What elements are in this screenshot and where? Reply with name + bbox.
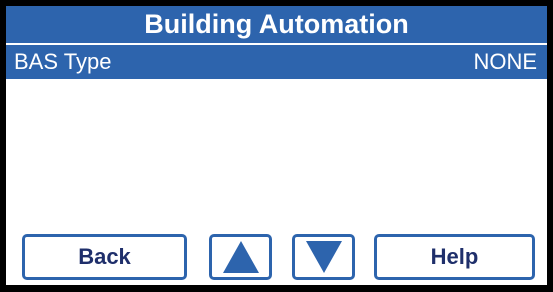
help-button[interactable]: Help	[374, 234, 535, 280]
up-arrow-icon	[222, 241, 259, 273]
display-screen: Building Automation BAS Type NONE Back H…	[6, 6, 547, 285]
back-button[interactable]: Back	[22, 234, 187, 280]
page-title: Building Automation	[6, 6, 547, 45]
scroll-down-button[interactable]	[292, 234, 355, 280]
back-button-label: Back	[78, 244, 131, 269]
bas-type-label: BAS Type	[14, 49, 112, 74]
help-button-label: Help	[430, 244, 479, 269]
scroll-up-button[interactable]	[209, 234, 272, 280]
down-arrow-icon	[305, 241, 342, 273]
bas-type-value: NONE	[473, 49, 537, 74]
bas-type-row[interactable]: BAS Type NONE	[6, 45, 547, 79]
